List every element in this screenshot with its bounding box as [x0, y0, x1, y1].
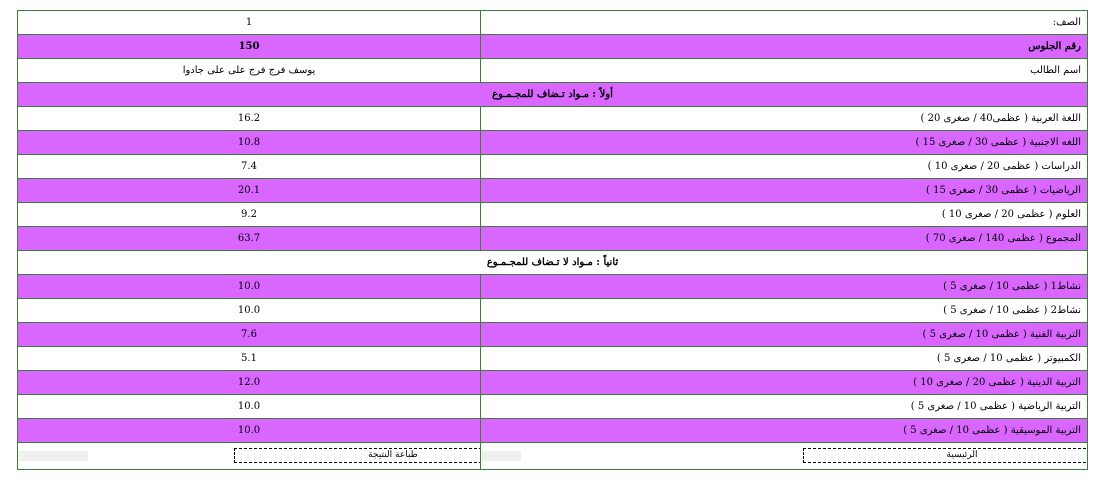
footer-right-cell: الرئيسية	[480, 442, 1088, 470]
subject-label: الكمبيوتر ( عظمى 10 / صغرى 5 )	[480, 346, 1088, 371]
class-value: 1	[17, 10, 481, 35]
student-name-label: اسم الطالب	[480, 58, 1088, 83]
subject-label: التربية الدينية ( عظمى 20 / صغرى 10 )	[480, 370, 1088, 395]
home-button[interactable]: الرئيسية	[803, 448, 1087, 463]
total-score: 63.7	[17, 226, 481, 251]
subject-label: الدراسات ( عظمى 20 / صغرى 10 )	[480, 154, 1088, 179]
subject-score: 10.0	[17, 418, 481, 443]
watermark	[18, 451, 88, 461]
subject-label: التربية الرياضية ( عظمى 10 / صغرى 5 )	[480, 394, 1088, 419]
student-name-value: يوسف فرج فرج على على جادوا	[17, 58, 481, 83]
print-result-button[interactable]: طباعة النتيجة	[234, 448, 480, 463]
section2-title: ثانياً : مـواد لا تـضاف للمجـمـوع	[17, 250, 1088, 275]
subject-label: التربية الفنية ( عظمى 10 / صغرى 5 )	[480, 322, 1088, 347]
subject-label: اللغه الاجنبية ( عظمى 30 / صغرى 15 )	[480, 130, 1088, 155]
section1-title: أولاً : مـواد تـضاف للمجـمـوع	[17, 82, 1088, 107]
subject-label: الرياضيات ( عظمى 30 / صغرى 15 )	[480, 178, 1088, 203]
subject-score: 16.2	[17, 106, 481, 131]
seat-number-label: رقم الجلوس	[480, 34, 1088, 59]
subject-label: التربية الموسيقية ( عظمى 10 / صغرى 5 )	[480, 418, 1088, 443]
subject-score: 10.0	[17, 274, 481, 299]
subject-label: نشاط1 ( عظمى 10 / صغرى 5 )	[480, 274, 1088, 299]
footer-left-cell: طباعة النتيجة	[17, 442, 481, 470]
results-table: الصف: 1 رقم الجلوس 150 اسم الطالب يوسف ف…	[17, 10, 1088, 470]
total-label: المجموع ( عظمى 140 / صغرى 70 )	[480, 226, 1088, 251]
subject-score: 5.1	[17, 346, 481, 371]
subject-score: 10.8	[17, 130, 481, 155]
subject-label: اللغة العربية ( عظمى40 / صغرى 20 )	[480, 106, 1088, 131]
subject-score: 12.0	[17, 370, 481, 395]
subject-label: نشاط2 ( عظمى 10 / صغرى 5 )	[480, 298, 1088, 323]
subject-score: 9.2	[17, 202, 481, 227]
subject-score: 10.0	[17, 298, 481, 323]
subject-score: 7.4	[17, 154, 481, 179]
subject-label: العلوم ( عظمى 20 / صغرى 10 )	[480, 202, 1088, 227]
class-label: الصف:	[480, 10, 1088, 35]
seat-number-value: 150	[17, 34, 481, 59]
subject-score: 10.0	[17, 394, 481, 419]
subject-score: 20.1	[17, 178, 481, 203]
subject-score: 7.6	[17, 322, 481, 347]
watermark	[481, 451, 521, 461]
